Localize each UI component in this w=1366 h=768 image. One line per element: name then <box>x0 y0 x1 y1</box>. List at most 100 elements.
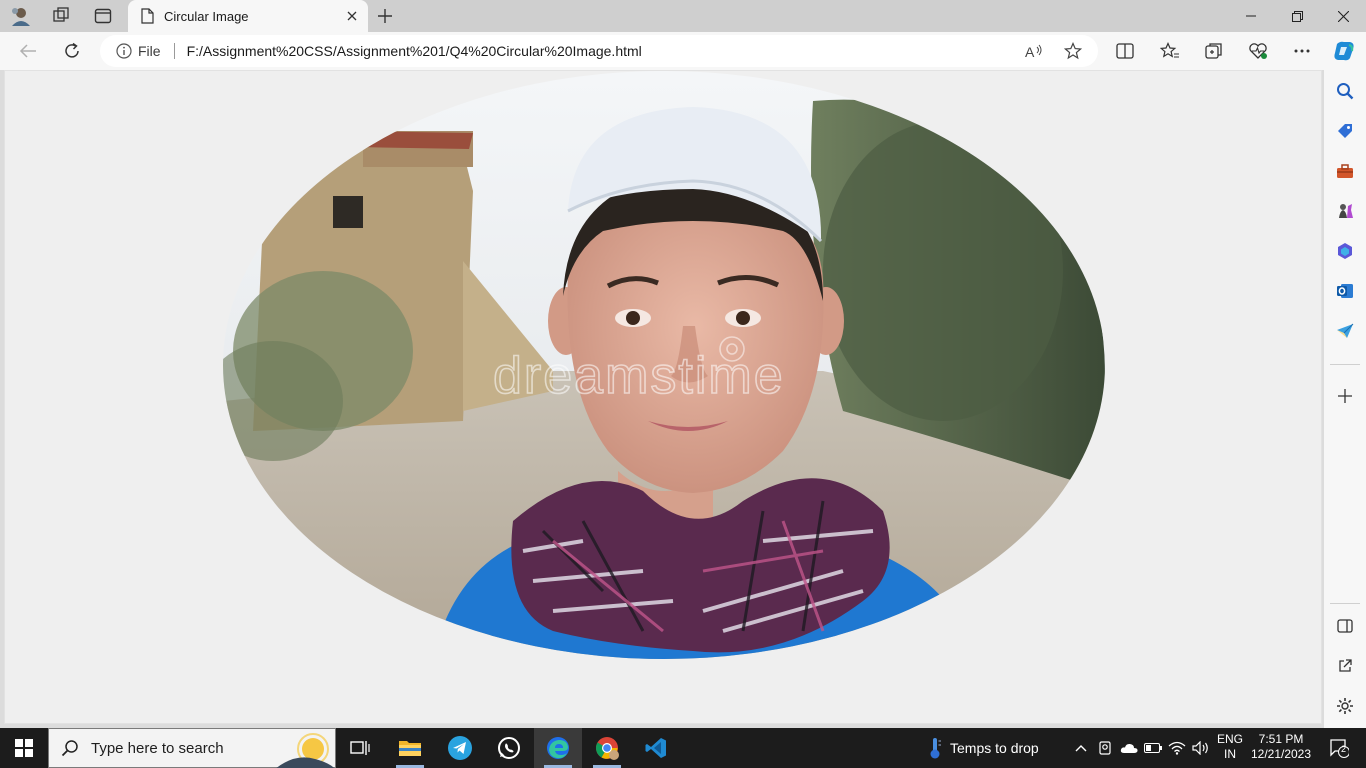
edge-taskbar-button[interactable] <box>534 728 582 768</box>
camera-tray-button[interactable] <box>1094 728 1116 768</box>
close-icon <box>1337 10 1349 22</box>
edge-icon <box>547 737 569 759</box>
region-code: IN <box>1224 747 1236 761</box>
browser-essentials-button[interactable] <box>1243 37 1273 65</box>
search-icon <box>1337 83 1354 100</box>
sidebar-external-button[interactable] <box>1331 652 1359 680</box>
search-highlight-icon <box>276 733 335 768</box>
split-screen-icon <box>1116 43 1134 59</box>
sidebar-hide-button[interactable] <box>1331 612 1359 640</box>
chrome-button[interactable] <box>583 728 631 768</box>
wifi-icon <box>1168 741 1186 755</box>
sidebar-outlook-button[interactable] <box>1331 277 1359 305</box>
language-indicator[interactable]: ENG IN <box>1214 732 1246 762</box>
favorites-button[interactable] <box>1155 37 1185 65</box>
whatsapp-button[interactable] <box>485 728 533 768</box>
show-hidden-icons-button[interactable] <box>1070 728 1092 768</box>
tab-strip: Circular Image <box>0 0 1366 32</box>
language-code: ENG <box>1216 732 1243 746</box>
task-view-button[interactable] <box>336 728 384 768</box>
close-icon <box>347 11 357 21</box>
speaker-icon <box>1192 741 1208 755</box>
watermark-text: dreamstime <box>493 347 785 405</box>
sidebar-add-button[interactable] <box>1331 382 1359 410</box>
cloud-icon <box>1120 743 1138 753</box>
refresh-button[interactable] <box>57 37 87 65</box>
sidebar-games-button[interactable] <box>1331 197 1359 225</box>
notifications-button[interactable]: 2 <box>1320 728 1358 768</box>
gear-icon <box>1337 698 1353 714</box>
boy-photo: dreamstime <box>223 71 1105 659</box>
tab-actions-icon <box>94 8 112 24</box>
file-explorer-button[interactable] <box>386 728 434 768</box>
folder-icon <box>399 741 421 756</box>
avatar-icon <box>12 8 30 26</box>
sidebar-divider <box>1330 603 1360 604</box>
sidebar-shopping-button[interactable] <box>1331 117 1359 145</box>
back-arrow-icon <box>19 44 36 58</box>
more-dots-icon <box>1294 49 1310 53</box>
external-link-icon <box>1339 659 1352 672</box>
tab-circular-image[interactable]: Circular Image <box>128 0 368 32</box>
windows-taskbar: Type here to search Temps to drop ENG IN… <box>0 728 1366 768</box>
sidebar-settings-button[interactable] <box>1331 692 1359 720</box>
restore-button[interactable] <box>1274 0 1320 32</box>
shopping-tag-icon <box>1338 124 1352 138</box>
tab-actions-button[interactable] <box>88 4 118 28</box>
read-aloud-button[interactable]: A <box>1020 39 1048 63</box>
read-aloud-icon: A <box>1025 44 1042 59</box>
new-tab-button[interactable] <box>372 4 398 28</box>
copilot-button[interactable] <box>1329 37 1359 65</box>
circular-image: dreamstime <box>223 71 1105 659</box>
whatsapp-icon <box>498 737 520 759</box>
battery-tray-button[interactable] <box>1142 728 1164 768</box>
split-screen-button[interactable] <box>1110 37 1140 65</box>
weather-widget[interactable]: Temps to drop <box>928 728 1039 768</box>
task-view-icon <box>350 741 370 755</box>
close-window-button[interactable] <box>1320 0 1366 32</box>
star-icon <box>1064 42 1082 60</box>
drop-send-icon <box>1337 323 1354 338</box>
outlook-icon <box>1337 284 1353 298</box>
workspaces-icon <box>53 7 69 22</box>
url-text[interactable]: F:/Assignment%20CSS/Assignment%201/Q4%20… <box>187 43 642 59</box>
profile-avatar[interactable] <box>6 4 36 28</box>
plus-icon <box>1338 389 1352 403</box>
wifi-tray-button[interactable] <box>1166 728 1188 768</box>
minimize-icon <box>1246 15 1256 17</box>
telegram-button[interactable] <box>436 728 484 768</box>
address-bar[interactable]: File F:/Assignment%20CSS/Assignment%201/… <box>100 35 1098 67</box>
sidebar-search-button[interactable] <box>1331 77 1359 105</box>
onedrive-tray-button[interactable] <box>1118 728 1140 768</box>
collections-button[interactable] <box>1199 37 1229 65</box>
svg-text:A: A <box>1025 44 1035 59</box>
sidebar-tools-button[interactable] <box>1331 157 1359 185</box>
collections-icon <box>1205 43 1222 59</box>
taskbar-search-box[interactable]: Type here to search <box>48 728 336 768</box>
chevron-up-icon <box>1075 745 1087 752</box>
m365-icon <box>1338 243 1352 259</box>
taskbar-clock[interactable]: 7:51 PM 12/21/2023 <box>1248 732 1314 762</box>
webcam-icon <box>1099 741 1111 755</box>
chess-piece-icon <box>1339 204 1353 218</box>
start-button[interactable] <box>0 728 48 768</box>
heart-pulse-icon <box>1249 43 1267 59</box>
sidebar-drop-button[interactable] <box>1331 317 1359 345</box>
copilot-icon <box>1334 41 1354 61</box>
back-button[interactable] <box>13 37 43 65</box>
toolbox-icon <box>1337 164 1353 178</box>
settings-more-button[interactable] <box>1287 37 1317 65</box>
info-icon <box>116 43 132 59</box>
minimize-button[interactable] <box>1228 0 1274 32</box>
favorite-button[interactable] <box>1059 39 1087 63</box>
search-icon <box>61 740 78 757</box>
windows-logo-icon <box>15 739 33 757</box>
tab-close-button[interactable] <box>340 4 364 28</box>
vscode-button[interactable] <box>632 728 680 768</box>
sidebar-microsoft365-button[interactable] <box>1331 237 1359 265</box>
volume-tray-button[interactable] <box>1190 728 1212 768</box>
favorites-list-icon <box>1160 42 1179 58</box>
workspaces-button[interactable] <box>46 4 76 28</box>
thermometer-icon <box>930 738 941 759</box>
file-scheme-label: File <box>138 43 161 59</box>
